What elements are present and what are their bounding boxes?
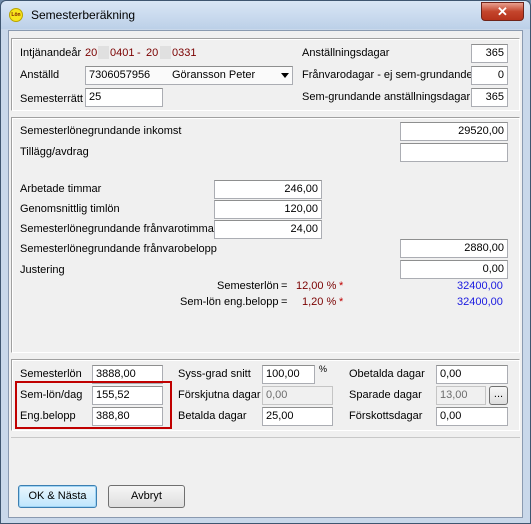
employee-name: Göransson Peter <box>172 69 256 81</box>
tillagg-label: Tillägg/avdrag <box>20 146 89 158</box>
semgrundande-label: Sem-grundande anställningsdagar <box>302 91 471 103</box>
obetalda-field[interactable]: 0,00 <box>436 365 508 384</box>
anstallningsdagar-field[interactable]: 365 <box>471 44 508 63</box>
intjanandear-to-suffix: 0331 <box>172 47 197 59</box>
syss-grad-field[interactable]: 100,00 <box>262 365 315 384</box>
separator-line <box>11 437 520 438</box>
inkomst-label: Semesterlönegrundande inkomst <box>20 125 182 137</box>
intjanandear-to-prefix: 20 <box>146 47 159 59</box>
timlon-field[interactable]: 120,00 <box>214 200 322 219</box>
semlon-eng-result: 32400,00 <box>457 296 503 308</box>
sparade-field: 13,00 <box>436 386 486 405</box>
semesterlon-calc-result: 32400,00 <box>457 280 503 292</box>
sparade-label: Sparade dagar <box>349 389 422 401</box>
betalda-field[interactable]: 25,00 <box>262 407 333 426</box>
employee-combobox[interactable]: 7306057956 Göransson Peter <box>85 66 293 85</box>
justering-label: Justering <box>20 264 65 276</box>
semlon-eng-label: Sem-lön eng.belopp <box>180 296 279 308</box>
percent-unit: % <box>319 364 328 374</box>
semesterlon-label: Semesterlön <box>20 368 82 380</box>
franvarodagar-label: Frånvarodagar - ej sem-grundande <box>302 69 473 81</box>
forskjutna-field: 0,00 <box>262 386 333 405</box>
dialog-window: Lön Semesterberäkning ✕ Intjänandeår 20 … <box>0 0 531 524</box>
semlon-eng-eq: = <box>281 296 288 308</box>
semesterlon-calc-eq: = <box>281 280 288 292</box>
redacted-mark <box>160 46 171 59</box>
semgrundande-field[interactable]: 365 <box>471 88 508 107</box>
calculation-panel: Semesterlönegrundande inkomst 29520,00 T… <box>11 117 520 353</box>
highlight-box <box>15 381 172 429</box>
cancel-button[interactable]: Avbryt <box>108 485 185 508</box>
franvarobelopp-label: Semesterlönegrundande frånvarobelopp <box>20 243 217 255</box>
semesterlon-calc-star: * <box>339 280 344 292</box>
app-logo-icon: Lön <box>9 8 23 22</box>
semesterlon-calc-label: Semesterlön <box>217 280 279 292</box>
intjanandear-dash: - <box>137 47 141 59</box>
semesterlon-calc-pct: 12,00 % <box>296 280 337 292</box>
forskjutna-label: Förskjutna dagar <box>178 389 261 401</box>
semesterratt-field[interactable]: 25 <box>85 88 163 107</box>
result-panel: Semesterlön 3888,00 Sem-lön/dag 155,52 E… <box>11 359 520 431</box>
semlon-eng-pct: 1,20 % <box>302 296 337 308</box>
redacted-mark <box>98 46 109 59</box>
franvarobelopp-field[interactable]: 2880,00 <box>400 239 508 258</box>
justering-field[interactable]: 0,00 <box>400 260 508 279</box>
intjanandear-label: Intjänandeår <box>20 47 82 59</box>
semlon-eng-star: * <box>339 296 344 308</box>
window-title: Semesterberäkning <box>31 8 136 22</box>
intjanandear-from-suffix: 0401 <box>110 47 135 59</box>
franvarotimmar-label: Semesterlönegrundande frånvarotimmar <box>20 223 218 235</box>
sparade-browse-button[interactable]: ... <box>489 386 508 405</box>
timlon-label: Genomsnittlig timlön <box>20 203 120 215</box>
semesterratt-label: Semesterrätt <box>20 93 83 105</box>
ok-next-button[interactable]: OK & Nästa <box>18 485 97 508</box>
arbetade-label: Arbetade timmar <box>20 183 102 195</box>
forskott-field[interactable]: 0,00 <box>436 407 508 426</box>
employee-panel: Intjänandeår 20 0401 - 20 0331 Anställd … <box>11 38 520 111</box>
syss-grad-label: Syss-grad snitt <box>178 368 251 380</box>
arbetade-field[interactable]: 246,00 <box>214 180 322 199</box>
inkomst-field[interactable]: 29520,00 <box>400 122 508 141</box>
anstallningsdagar-label: Anställningsdagar <box>302 47 390 59</box>
obetalda-label: Obetalda dagar <box>349 368 425 380</box>
employee-id: 7306057956 <box>89 69 151 81</box>
dialog-client: Intjänandeår 20 0401 - 20 0331 Anställd … <box>8 30 523 518</box>
tillagg-field[interactable] <box>400 143 508 162</box>
intjanandear-from-prefix: 20 <box>85 47 98 59</box>
betalda-label: Betalda dagar <box>178 410 247 422</box>
close-button[interactable]: ✕ <box>481 2 524 21</box>
title-bar[interactable]: Lön Semesterberäkning ✕ <box>1 1 530 29</box>
franvarodagar-field[interactable]: 0 <box>471 66 508 85</box>
chevron-down-icon[interactable] <box>281 73 289 78</box>
forskott-label: Förskottsdagar <box>349 410 423 422</box>
franvarotimmar-field[interactable]: 24,00 <box>214 220 322 239</box>
anstalld-label: Anställd <box>20 69 60 81</box>
